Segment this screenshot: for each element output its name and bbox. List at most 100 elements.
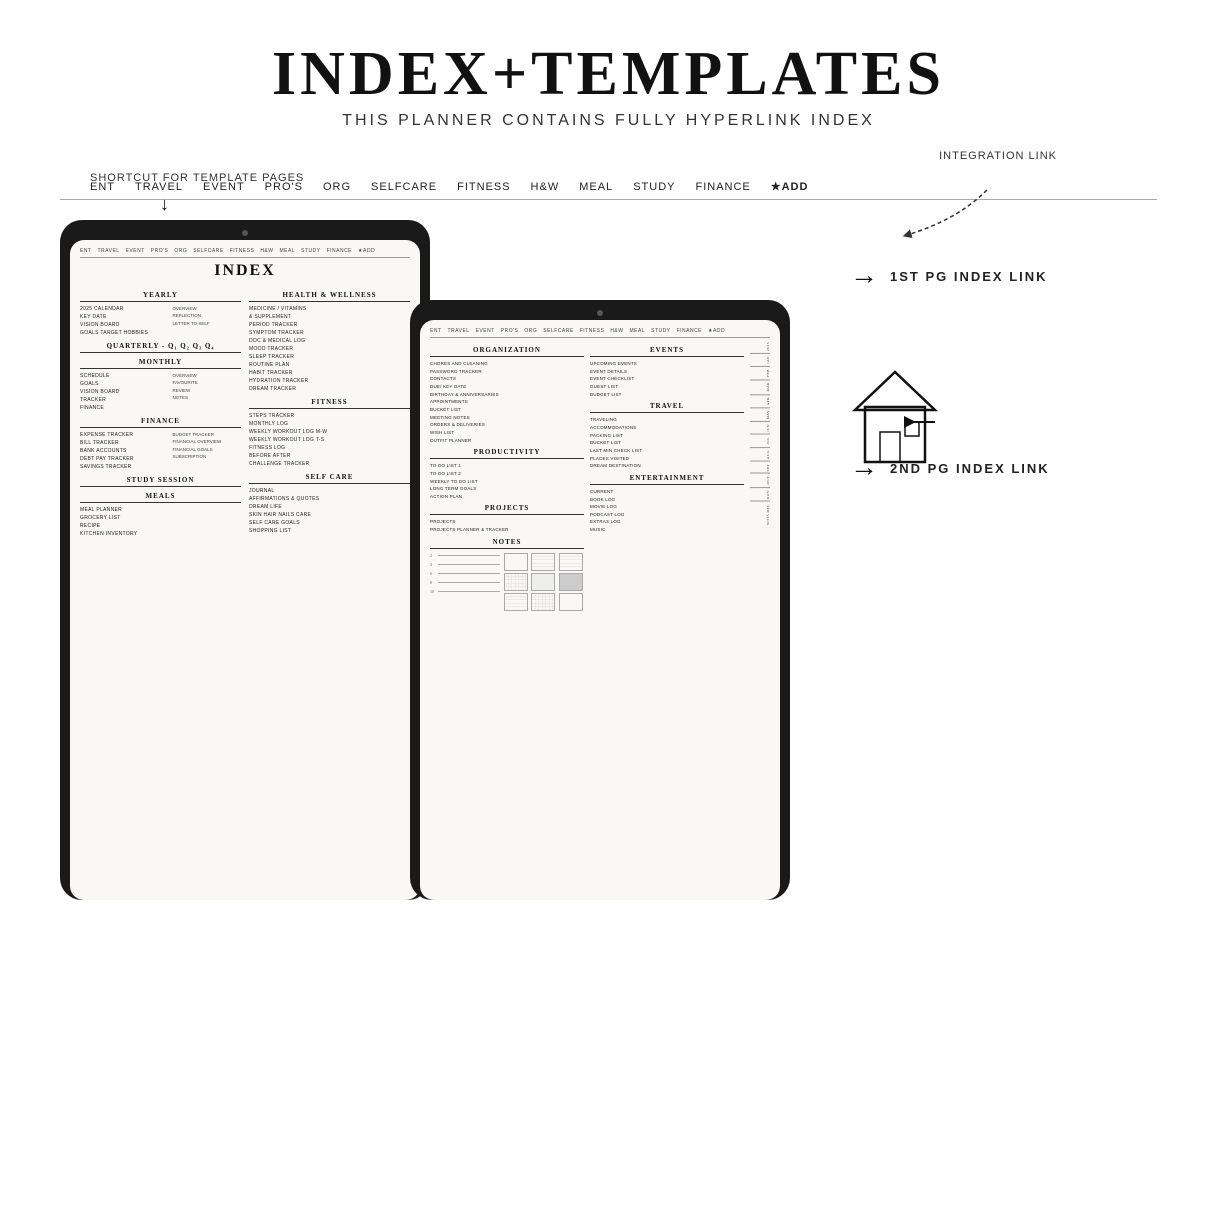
t2-tab-study[interactable]: STUDY <box>651 328 670 334</box>
t-monthly-subitems: OVERVIEW FAVOURITE REVIEW NOTES <box>163 372 242 412</box>
t-tab-travel[interactable]: TRAVEL <box>98 248 120 254</box>
t-item: WEEKLY WORKOUT LOG T-S <box>249 436 410 444</box>
t-tab-org[interactable]: ORG <box>174 248 187 254</box>
tablet2-columns: ORGANIZATION CHORES AND CLEANING PASSWOR… <box>430 342 770 886</box>
tablet-screen-1: ENT TRAVEL EVENT PRO'S ORG SELFCARE FITN… <box>70 240 420 900</box>
t-finance-subitems: BUDGET TRACKER FINANCIAL OVERVIEW FINANC… <box>163 431 242 471</box>
side-may: MAY <box>750 407 770 419</box>
side-jun: JUN <box>750 421 770 432</box>
tab-finance[interactable]: FINANCE <box>695 181 750 193</box>
tab-org[interactable]: ORG <box>323 181 351 193</box>
t2-right: EVENTS UPCOMING EVENTS EVENT DETAILS EVE… <box>590 342 744 611</box>
t-item: BEFORE AFTER <box>249 452 410 460</box>
t-tab-event[interactable]: EVENT <box>126 248 145 254</box>
notes-grids <box>504 553 584 611</box>
t2-item: UPCOMING EVENTS <box>590 360 744 368</box>
notes-rule <box>438 564 500 565</box>
t-tab-study[interactable]: STUDY <box>301 248 320 254</box>
t-item: KEY DATE <box>80 313 159 321</box>
t-tab-pros[interactable]: PRO'S <box>151 248 169 254</box>
notes-lines: 2 4 6 <box>430 553 500 611</box>
notes-rule <box>438 591 500 592</box>
t-tab-finance[interactable]: FINANCE <box>327 248 352 254</box>
grid-cell <box>559 573 583 591</box>
t2-item: PROJECTS <box>430 518 584 526</box>
grid-cell <box>504 573 528 591</box>
t-subitem: REVIEW <box>173 387 242 394</box>
t-selfcare-title: SELF CARE <box>249 473 410 484</box>
t-tab-ent[interactable]: ENT <box>80 248 92 254</box>
t2-tab-selfcare[interactable]: SELFCARE <box>543 328 573 334</box>
tab-selfcare[interactable]: SELFCARE <box>371 181 437 193</box>
t2-tab-event[interactable]: EVENT <box>476 328 495 334</box>
t2-item: MOVIE LOG <box>590 503 744 511</box>
notes-line: 6 <box>430 571 500 576</box>
t-tab-hw[interactable]: H&W <box>260 248 273 254</box>
t2-item: TO DO LIST 2 <box>430 470 584 478</box>
grid-cell <box>559 593 583 611</box>
tab-meal[interactable]: MEAL <box>579 181 613 193</box>
t2-tab-ent[interactable]: ENT <box>430 328 442 334</box>
t2-item: CHORES AND CLEANING <box>430 360 584 368</box>
side-nov: NOV <box>750 487 770 499</box>
t2-tab-finance[interactable]: FINANCE <box>677 328 702 334</box>
t2-item: DUE/ KEY DATE <box>430 383 584 391</box>
t2-item: ACCOMMODATIONS <box>590 424 744 432</box>
t2-item: DREAM DESTINATION <box>590 462 744 470</box>
t-tab-add[interactable]: ★ADD <box>358 248 375 254</box>
t2-projects-title: PROJECTS <box>430 504 584 515</box>
t2-tab-fitness[interactable]: FITNESS <box>580 328 605 334</box>
t2-item: PLACES VISITED <box>590 455 744 463</box>
side-jul: JUL <box>750 434 770 445</box>
inner-tab-bar-1: ENT TRAVEL EVENT PRO'S ORG SELFCARE FITN… <box>80 248 410 258</box>
tablet1-right-col: HEALTH & WELLNESS MEDICINE / VITAMINS & … <box>249 286 410 538</box>
t2-tab-add[interactable]: ★ADD <box>708 328 725 334</box>
grid-cell <box>531 573 555 591</box>
t2-item: EXTRAS LOG <box>590 518 744 526</box>
t2-tab-hw[interactable]: H&W <box>610 328 623 334</box>
t2-tab-pros[interactable]: PRO'S <box>501 328 519 334</box>
tablet2-main: ORGANIZATION CHORES AND CLEANING PASSWOR… <box>430 342 744 886</box>
notes-rule <box>438 555 500 556</box>
t-monthly-row: SCHEDULE GOALS VISION BOARD TRACKER FINA… <box>80 372 241 412</box>
t2-item: APPOINTMENTS <box>430 398 584 406</box>
notes-num: 4 <box>430 562 438 567</box>
t-item: SLEEP TRACKER <box>249 353 410 361</box>
t-study-title: STUDY SESSION <box>80 476 241 487</box>
t-yearly-items: 2025 CALENDAR KEY DATE VISION BOARD GOAL… <box>80 305 159 337</box>
shortcut-arrow-down: ↓ <box>160 194 169 215</box>
t-item: TRACKER <box>80 396 159 404</box>
notes-num: 10 <box>430 589 438 594</box>
t2-notes-title: NOTES <box>430 538 584 549</box>
t-item: MOOD TRACKER <box>249 345 410 353</box>
t-item: DREAM TRACKER <box>249 385 410 393</box>
expense-tracker-item: EXPENSE TRACKER <box>80 431 159 439</box>
t-tab-fitness[interactable]: FITNESS <box>230 248 255 254</box>
t2-item: WEEKLY TO DO LIST <box>430 478 584 486</box>
tablet-1: ENT TRAVEL EVENT PRO'S ORG SELFCARE FITN… <box>60 220 430 900</box>
t2-tab-meal[interactable]: MEAL <box>629 328 645 334</box>
t-item: FITNESS LOG <box>249 444 410 452</box>
t-item: BANK ACCOUNTS <box>80 447 159 455</box>
tab-add[interactable]: ★ADD <box>771 180 809 193</box>
side-jan: JAN <box>750 353 770 364</box>
tab-study[interactable]: STUDY <box>633 181 675 193</box>
t2-tab-travel[interactable]: TRAVEL <box>448 328 470 334</box>
t-item: SCHEDULE <box>80 372 159 380</box>
tab-hw[interactable]: H&W <box>531 181 560 193</box>
first-pg-link: → 1ST PG INDEX LINK <box>850 260 1048 292</box>
t-item: MEDICINE / VITAMINS <box>249 305 410 313</box>
t-item: HABIT TRACKER <box>249 369 410 377</box>
t-finance-row: EXPENSE TRACKER BILL TRACKER BANK ACCOUN… <box>80 431 241 471</box>
inner-tab-bar-2: ENT TRAVEL EVENT PRO'S ORG SELFCARE FITN… <box>430 328 770 338</box>
t-item: MEAL PLANNER <box>80 506 241 514</box>
t-tab-selfcare[interactable]: SELFCARE <box>193 248 223 254</box>
t2-item: PACKING LIST <box>590 432 744 440</box>
t-subitem: NOTES <box>173 394 242 401</box>
t2-tab-org[interactable]: ORG <box>524 328 537 334</box>
t-fitness-title: FITNESS <box>249 398 410 409</box>
grid-cell <box>531 593 555 611</box>
t-tab-meal[interactable]: MEAL <box>279 248 295 254</box>
grid-cell <box>559 553 583 571</box>
tab-fitness[interactable]: FITNESS <box>457 181 510 193</box>
